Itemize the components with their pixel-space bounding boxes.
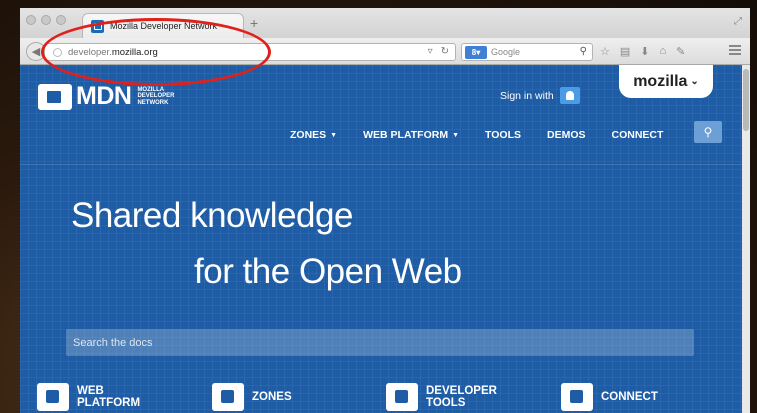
mozilla-label: mozilla (633, 72, 688, 90)
hero-line-1: Shared knowledge (71, 196, 353, 235)
minimize-window-button[interactable] (41, 15, 51, 25)
window-controls (26, 15, 66, 25)
mdn-logo[interactable]: MDN MOZILLA DEVELOPER NETWORK (38, 82, 174, 111)
feature-label: DEVELOPER TOOLS (426, 385, 497, 409)
header-divider (20, 164, 742, 165)
nav-item-web-platform[interactable]: WEB PLATFORM ▼ (363, 129, 459, 141)
search-engine-placeholder: Google (491, 47, 521, 57)
nav-item-demos[interactable]: DEMOS (547, 129, 586, 141)
fullscreen-icon[interactable]: ⤢ (734, 16, 742, 27)
back-arrow-icon: ◀ (31, 46, 41, 58)
feature-label: CONNECT (601, 391, 658, 403)
feature-label: WEB PLATFORM (77, 385, 141, 409)
google-engine-icon[interactable]: 8 ▾ (465, 45, 487, 59)
nav-item-zones[interactable]: ZONES ▼ (290, 129, 337, 141)
feature-zones[interactable]: ZONES (212, 383, 292, 411)
persona-user-icon (559, 87, 580, 104)
page-content: MDN MOZILLA DEVELOPER NETWORK Sign in wi… (20, 65, 742, 413)
nav-item-connect[interactable]: CONNECT (612, 129, 664, 141)
tab-mdn[interactable]: Mozilla Developer Network (82, 13, 244, 38)
zones-icon (212, 383, 244, 411)
search-icon: ⚲ (703, 125, 713, 139)
downloads-icon[interactable]: ⬇ (640, 45, 649, 58)
caret-down-icon: ▼ (452, 131, 460, 139)
navigation-bar: ◀ developer.mozilla.org ▿ ↻ 8 ▾ Google ⚲ … (20, 38, 750, 65)
developer-tools-wrench-icon (386, 383, 418, 411)
developer-tools-icon[interactable]: ✎ (676, 45, 685, 58)
search-magnifier-icon[interactable]: ⚲ (580, 46, 587, 57)
mdn-favicon-icon (91, 19, 104, 33)
hero-line-2: for the Open Web (194, 252, 462, 291)
bookmarks-list-icon[interactable]: ▤ (620, 45, 630, 58)
search-bar[interactable]: 8 ▾ Google ⚲ (461, 43, 593, 61)
zoom-window-button[interactable] (56, 15, 66, 25)
close-window-button[interactable] (26, 15, 36, 25)
feature-connect[interactable]: CONNECT (561, 383, 658, 411)
address-bar[interactable]: developer.mozilla.org ▿ ↻ (44, 43, 456, 61)
feature-developer-tools[interactable]: DEVELOPER TOOLS (386, 383, 497, 411)
tab-title: Mozilla Developer Network (110, 21, 218, 31)
browser-window: Mozilla Developer Network + ⤢ ◀ develope… (20, 8, 750, 413)
mdn-logo-icon (38, 83, 72, 110)
logo-text: MDN (76, 82, 132, 110)
main-nav: ZONES ▼ WEB PLATFORM ▼ TOOLS DEMOS CONNECT (290, 129, 689, 141)
logo-subtitle: MOZILLA DEVELOPER NETWORK (137, 86, 175, 106)
feature-links: WEB PLATFORM ZONES DEVELOPER TOOLS CONNECT (20, 383, 742, 413)
menu-icon[interactable] (729, 45, 741, 57)
reload-icon[interactable]: ↻ (441, 46, 449, 57)
nav-search-button[interactable]: ⚲ (694, 121, 722, 143)
chevron-down-icon: ⌄ (690, 76, 699, 87)
bookmark-star-icon[interactable]: ☆ (600, 45, 610, 58)
search-docs-input[interactable]: Search the docs (66, 329, 694, 356)
tab-bar: Mozilla Developer Network + ⤢ (20, 8, 750, 38)
sign-in-button[interactable]: Sign in with (500, 87, 580, 104)
site-identity-icon[interactable] (53, 47, 62, 57)
web-platform-icon (37, 383, 69, 411)
caret-down-icon: ▼ (330, 131, 338, 139)
sign-in-label: Sign in with (500, 89, 554, 102)
dropdown-arrow-icon[interactable]: ▿ (428, 46, 433, 57)
toolbar-icons: ☆ ▤ ⬇ ⌂ ✎ (600, 45, 685, 58)
url-text: developer.mozilla.org (68, 46, 158, 58)
home-icon[interactable]: ⌂ (660, 45, 667, 58)
mozilla-tab[interactable]: mozilla ⌄ (619, 65, 713, 98)
page-scrollbar[interactable] (742, 65, 750, 413)
new-tab-button[interactable]: + (250, 16, 258, 30)
scrollbar-thumb[interactable] (743, 69, 749, 131)
feature-label: ZONES (252, 391, 292, 403)
back-button[interactable]: ◀ (26, 42, 46, 61)
feature-web-platform[interactable]: WEB PLATFORM (37, 383, 140, 411)
search-docs-placeholder: Search the docs (73, 336, 153, 349)
nav-item-tools[interactable]: TOOLS (485, 129, 521, 141)
connect-icon (561, 383, 593, 411)
